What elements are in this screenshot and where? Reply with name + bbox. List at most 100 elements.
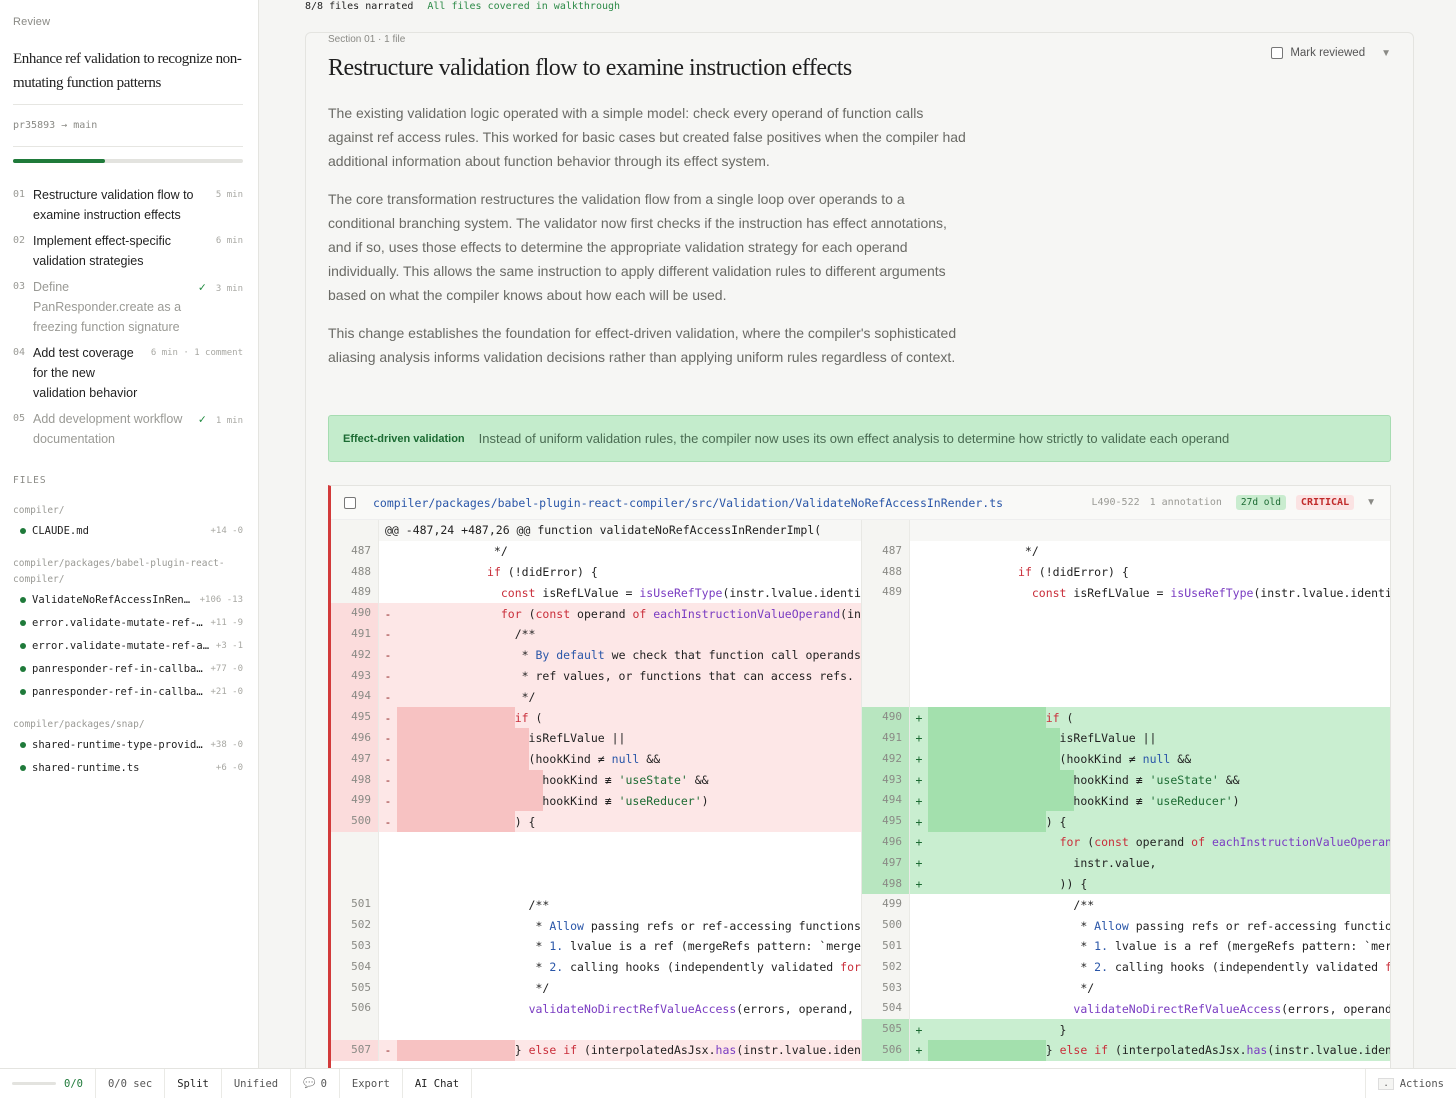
context-line[interactable]: 501 /** (331, 894, 861, 916)
deleted-line[interactable]: 497- (hookKind ≠ null && (331, 748, 861, 770)
spacer-line[interactable] (862, 603, 1390, 624)
context-line[interactable]: 502 * Allow passing refs or ref-accessin… (331, 915, 861, 936)
line-number[interactable] (331, 852, 379, 874)
context-line[interactable]: 487 */ (331, 540, 861, 562)
spacer-line[interactable] (862, 665, 1390, 687)
context-line[interactable]: 503 */ (862, 977, 1390, 999)
added-line[interactable]: 493 + hookKind ≢ 'useState' && (862, 769, 1390, 791)
export-button[interactable]: Export (340, 1068, 403, 1098)
section-nav-item[interactable]: 01 Restructure validation flow to examine… (13, 185, 243, 225)
deleted-line[interactable]: 495- if ( (331, 707, 861, 728)
line-number[interactable]: 489 (862, 582, 910, 604)
added-line[interactable]: 491 + isRefLValue || (862, 727, 1390, 749)
line-number[interactable]: 494 (862, 790, 910, 812)
file-item[interactable]: panresponder-ref-in-callback.expect.md+7… (13, 657, 243, 680)
file-item[interactable]: shared-runtime.ts +6 -0 (13, 756, 243, 779)
added-line[interactable]: 494 + hookKind ≢ 'useReducer') (862, 790, 1390, 812)
unified-view-button[interactable]: Unified (222, 1068, 292, 1098)
added-line[interactable]: 497 + instr.value, (862, 852, 1390, 874)
context-line[interactable]: 506 validateNoDirectRefValueAccess(error… (331, 998, 861, 1020)
section-nav-item[interactable]: 05 Add development workflow documentation… (13, 409, 243, 449)
line-number[interactable]: 497 (331, 748, 379, 770)
context-line[interactable]: 487 */ (862, 540, 1390, 562)
section-nav-item[interactable]: 03 Define PanResponder.create as a freezi… (13, 277, 243, 337)
deleted-line[interactable]: 500- ) { (331, 811, 861, 832)
line-number[interactable] (331, 1019, 379, 1040)
deleted-line[interactable]: 499- hookKind ≢ 'useReducer') (331, 790, 861, 812)
file-item[interactable]: error.validate-mutate-ref-arg-in-render.… (13, 634, 243, 657)
line-number[interactable]: 488 (331, 561, 379, 583)
line-number[interactable]: 488 (862, 561, 910, 583)
actions-button[interactable]: . Actions (1365, 1068, 1456, 1098)
mark-reviewed-checkbox[interactable] (1271, 47, 1284, 59)
context-line[interactable]: 502 * 2. calling hooks (independently va… (862, 956, 1390, 978)
line-number[interactable]: 503 (331, 935, 379, 957)
added-line[interactable]: 490 + if ( (862, 707, 1390, 728)
context-line[interactable]: 499 /** (862, 894, 1390, 916)
diff-file-path[interactable]: compiler/packages/babel-plugin-react-com… (373, 496, 1091, 510)
line-number[interactable]: 493 (331, 665, 379, 687)
line-number[interactable]: 506 (331, 998, 379, 1020)
file-reviewed-checkbox[interactable] (344, 496, 356, 509)
line-number[interactable] (331, 831, 379, 853)
line-number[interactable] (862, 644, 910, 666)
line-number[interactable]: 506 (862, 1039, 910, 1061)
line-number[interactable]: 489 (331, 582, 379, 604)
line-number[interactable] (862, 665, 910, 687)
line-number[interactable]: 500 (331, 811, 379, 832)
deleted-line[interactable]: 498- hookKind ≢ 'useState' && (331, 769, 861, 791)
added-line[interactable]: 496 + for (const operand of eachInstructi… (862, 831, 1390, 853)
context-line[interactable]: 504 validateNoDirectRefValueAccess(error… (862, 998, 1390, 1020)
spacer-line[interactable] (862, 623, 1390, 645)
line-number[interactable] (331, 873, 379, 895)
line-number[interactable]: 499 (331, 790, 379, 812)
line-number[interactable]: 492 (331, 644, 379, 666)
file-item[interactable]: ValidateNoRefAccessInRender.ts+106 -13 (13, 588, 243, 611)
line-number[interactable]: 496 (331, 727, 379, 749)
annotation-count[interactable]: 1 annotation (1150, 497, 1222, 508)
collapse-diff-icon[interactable]: ▼ (1366, 497, 1376, 508)
mark-reviewed-toggle[interactable]: Mark reviewed ▼ (1271, 47, 1391, 59)
line-number[interactable]: 491 (331, 623, 379, 645)
line-number[interactable]: 497 (862, 852, 910, 874)
added-line[interactable]: 492 + (hookKind ≠ null && (862, 748, 1390, 770)
collapse-section-icon[interactable]: ▼ (1381, 48, 1391, 59)
section-nav-item[interactable]: 04 Add test coverage for the new validati… (13, 343, 243, 403)
line-number[interactable]: 499 (862, 894, 910, 916)
context-line[interactable]: 505 */ (331, 977, 861, 999)
line-number[interactable]: 487 (862, 540, 910, 562)
spacer-line[interactable] (331, 1019, 861, 1040)
deleted-line[interactable]: 496- isRefLValue || (331, 727, 861, 749)
line-number[interactable]: 492 (862, 748, 910, 770)
added-line[interactable]: 505 + } (862, 1019, 1390, 1040)
line-number[interactable] (862, 623, 910, 645)
added-line[interactable]: 506 + } else if (interpolatedAsJsx.has(in… (862, 1039, 1390, 1061)
section-nav-item[interactable]: 02 Implement effect-specific validation s… (13, 231, 243, 271)
file-item[interactable]: error.validate-mutate-ref-arg-in-render.… (13, 611, 243, 634)
line-number[interactable]: 505 (331, 977, 379, 999)
line-number[interactable]: 498 (331, 769, 379, 791)
comments-button[interactable]: 💬 0 (291, 1068, 340, 1098)
context-line[interactable]: 500 * Allow passing refs or ref-accessin… (862, 915, 1390, 936)
spacer-line[interactable] (331, 852, 861, 874)
context-line[interactable]: 503 * 1. lvalue is a ref (mergeRefs patt… (331, 935, 861, 957)
ai-chat-button[interactable]: AI Chat (403, 1068, 473, 1098)
file-item[interactable]: CLAUDE.md +14 -0 (13, 519, 243, 542)
context-line[interactable]: 489 const isRefLValue = isUseRefType(ins… (331, 582, 861, 604)
spacer-line[interactable] (331, 873, 861, 895)
line-number[interactable]: 502 (862, 956, 910, 978)
line-number[interactable]: 496 (862, 831, 910, 853)
context-line[interactable]: 504 * 2. calling hooks (independently va… (331, 956, 861, 978)
line-number[interactable]: 494 (331, 686, 379, 708)
spacer-line[interactable] (331, 831, 861, 853)
deleted-line[interactable]: 491- /** (331, 623, 861, 645)
line-number[interactable]: 500 (862, 915, 910, 936)
line-number[interactable]: 504 (862, 998, 910, 1020)
deleted-line[interactable]: 490- for (const operand of eachInstructi… (331, 603, 861, 624)
context-line[interactable]: 488 if (!didError) { (331, 561, 861, 583)
added-line[interactable]: 498 + )) { (862, 873, 1390, 895)
spacer-line[interactable] (862, 644, 1390, 666)
line-number[interactable]: 504 (331, 956, 379, 978)
line-number[interactable]: 495 (862, 811, 910, 832)
deleted-line[interactable]: 494- */ (331, 686, 861, 708)
